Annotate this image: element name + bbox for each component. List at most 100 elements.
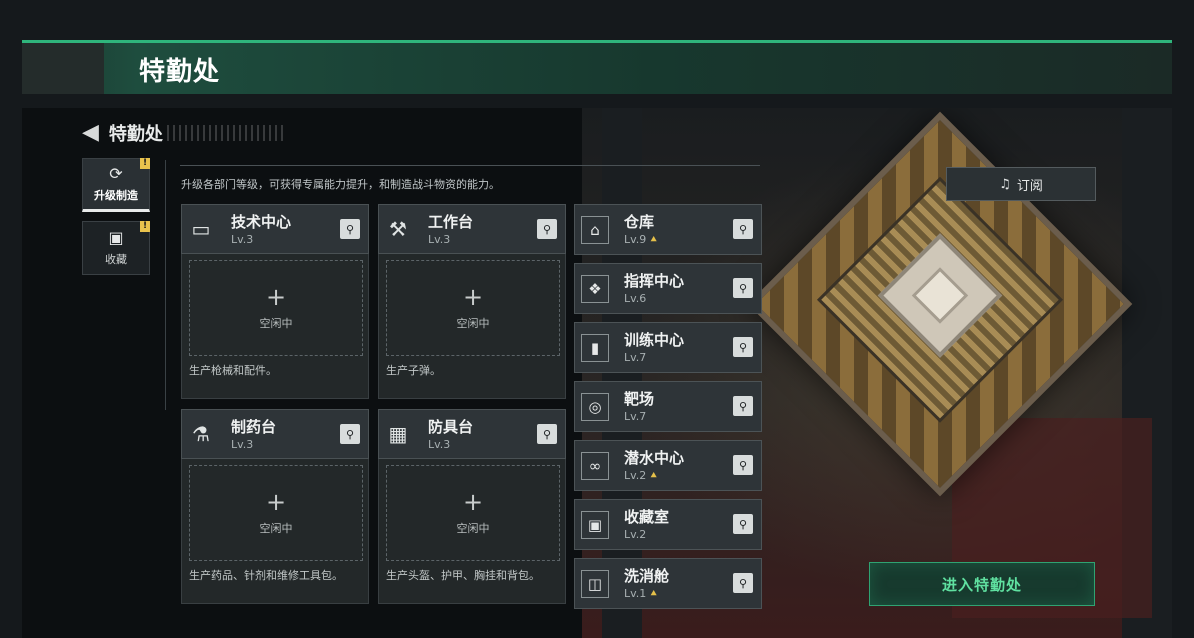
workbench-icon: ⚒ [389, 217, 407, 241]
inspect-button[interactable]: ⚲ [340, 219, 360, 239]
search-icon: ⚲ [738, 222, 748, 236]
search-icon: ⚲ [542, 427, 552, 441]
station-header[interactable]: ⚗ 制药台 Lv.3 ⚲ [181, 409, 369, 459]
facility-name: 指挥中心 [624, 272, 685, 290]
facility-level: Lv.7 [624, 351, 647, 364]
search-icon: ⚲ [542, 222, 552, 236]
divider-vertical [165, 160, 166, 410]
plus-icon: + [265, 283, 287, 311]
production-slot[interactable]: + 空闲中 [189, 260, 363, 356]
search-icon: ⚲ [345, 222, 355, 236]
warehouse-icon: ⌂ [581, 216, 609, 244]
facility-shooting-range[interactable]: ◎ 靶场 Lv.7 ⚲ [574, 381, 762, 432]
upgrade-arrow-icon: ⯅ [649, 233, 659, 246]
station-name: 防具台 [428, 418, 474, 436]
inspect-button[interactable]: ⚲ [733, 337, 753, 357]
tech-center-icon: ▭ [191, 217, 211, 241]
search-icon: ⚲ [738, 576, 748, 590]
facility-level: Lv.6 [624, 292, 647, 305]
tab-upgrade-craft[interactable]: ⟳ 升级制造 ! [82, 158, 150, 212]
station-header[interactable]: ⚒ 工作台 Lv.3 ⚲ [378, 204, 566, 254]
facility-training-center[interactable]: ▮ 训练中心 Lv.7 ⚲ [574, 322, 762, 373]
plus-icon: + [462, 488, 484, 516]
inspect-button[interactable]: ⚲ [733, 573, 753, 593]
facility-name: 仓库 [624, 213, 655, 231]
facility-level: Lv.7 [624, 410, 647, 423]
station-level: Lv.3 [231, 438, 254, 451]
station-level: Lv.3 [231, 233, 254, 246]
collection-icon: ▣ [108, 227, 124, 247]
command-center-icon: ❖ [581, 275, 609, 303]
inspect-button[interactable]: ⚲ [733, 396, 753, 416]
station-body: + 空闲中 生产枪械和配件。 [181, 254, 369, 399]
facility-level: Lv.9 [624, 233, 647, 246]
tab-label: 升级制造 [94, 188, 138, 202]
back-header[interactable]: ◀ 特勤处 [82, 120, 287, 146]
search-icon: ⚲ [738, 517, 748, 531]
subscribe-button[interactable]: ♫ 订阅 [946, 167, 1096, 201]
station-tech-center: ▭ 技术中心 Lv.3 ⚲ + 空闲中 生产枪械和配件。 [181, 204, 369, 399]
plus-icon: + [462, 283, 484, 311]
facility-level: Lv.1 [624, 587, 647, 600]
station-body: + 空闲中 生产药品、针剂和维修工具包。 [181, 459, 369, 604]
facility-decon-pod[interactable]: ◫ 洗消舱 Lv.1 ⯅ ⚲ [574, 558, 762, 609]
station-header[interactable]: ▭ 技术中心 Lv.3 ⚲ [181, 204, 369, 254]
station-name: 技术中心 [231, 213, 292, 231]
inspect-button[interactable]: ⚲ [733, 219, 753, 239]
upgrade-arrow-icon: ⯅ [649, 469, 659, 482]
station-level: Lv.3 [428, 438, 451, 451]
facility-level-row: Lv.9 ⯅ [624, 233, 658, 247]
station-name: 制药台 [231, 418, 277, 436]
station-description: 生产子弹。 [386, 364, 441, 377]
facility-name: 训练中心 [624, 331, 685, 349]
station-level: Lv.3 [428, 233, 451, 246]
facility-command-center[interactable]: ❖ 指挥中心 Lv.6 ⚲ [574, 263, 762, 314]
section-title: 特勤处 [108, 124, 163, 145]
station-pharmacy: ⚗ 制药台 Lv.3 ⚲ + 空闲中 生产药品、针剂和维修工具包。 [181, 409, 369, 604]
facility-collection-room[interactable]: ▣ 收藏室 Lv.2 ⚲ [574, 499, 762, 550]
search-icon: ⚲ [738, 458, 748, 472]
facility-level: Lv.2 [624, 469, 647, 482]
search-icon: ⚲ [738, 340, 748, 354]
subscribe-label: 订阅 [1016, 178, 1043, 194]
station-name: 工作台 [428, 213, 474, 231]
decon-pod-icon: ◫ [581, 570, 609, 598]
station-description: 生产药品、针剂和维修工具包。 [189, 569, 343, 582]
station-description: 生产头盔、护甲、胸挂和背包。 [386, 569, 540, 582]
diving-center-icon: ∞ [581, 452, 609, 480]
production-slot[interactable]: + 空闲中 [386, 260, 560, 356]
facility-name: 靶场 [624, 390, 655, 408]
inspect-button[interactable]: ⚲ [537, 424, 557, 444]
top-title-bar: 特勤处 [22, 40, 1172, 94]
inspect-button[interactable]: ⚲ [733, 514, 753, 534]
production-slot[interactable]: + 空闲中 [386, 465, 560, 561]
facility-diving-center[interactable]: ∞ 潜水中心 Lv.2 ⯅ ⚲ [574, 440, 762, 491]
training-center-icon: ▮ [581, 334, 609, 362]
inspect-button[interactable]: ⚲ [733, 278, 753, 298]
slot-status: 空闲中 [456, 317, 490, 330]
pharmacy-icon: ⚗ [192, 422, 210, 446]
armor-bench-icon: ▦ [388, 422, 408, 446]
station-armor-bench: ▦ 防具台 Lv.3 ⚲ + 空闲中 生产头盔、护甲、胸挂和背包。 [378, 409, 566, 604]
inspect-button[interactable]: ⚲ [733, 455, 753, 475]
page-title: 特勤处 [139, 57, 221, 87]
search-icon: ⚲ [738, 281, 748, 295]
inspect-button[interactable]: ⚲ [340, 424, 360, 444]
facility-name: 收藏室 [624, 508, 670, 526]
facility-warehouse[interactable]: ⌂ 仓库 Lv.9 ⯅ ⚲ [574, 204, 762, 255]
enter-button[interactable]: 进入特勤处 [869, 562, 1095, 606]
station-header[interactable]: ▦ 防具台 Lv.3 ⚲ [378, 409, 566, 459]
tab-collection[interactable]: ▣ 收藏 ! [82, 221, 150, 275]
collection-room-icon: ▣ [581, 511, 609, 539]
upgrade-icon: ⟳ [109, 163, 123, 183]
bell-icon: ♫ [999, 176, 1011, 192]
slot-status: 空闲中 [456, 522, 490, 535]
facility-level: Lv.2 [624, 528, 647, 541]
station-description: 生产枪械和配件。 [189, 364, 277, 377]
inspect-button[interactable]: ⚲ [537, 219, 557, 239]
production-slot[interactable]: + 空闲中 [189, 465, 363, 561]
alert-badge: ! [140, 158, 150, 169]
slot-status: 空闲中 [259, 317, 293, 330]
plus-icon: + [265, 488, 287, 516]
back-chevron-icon[interactable]: ◀ [82, 122, 99, 144]
